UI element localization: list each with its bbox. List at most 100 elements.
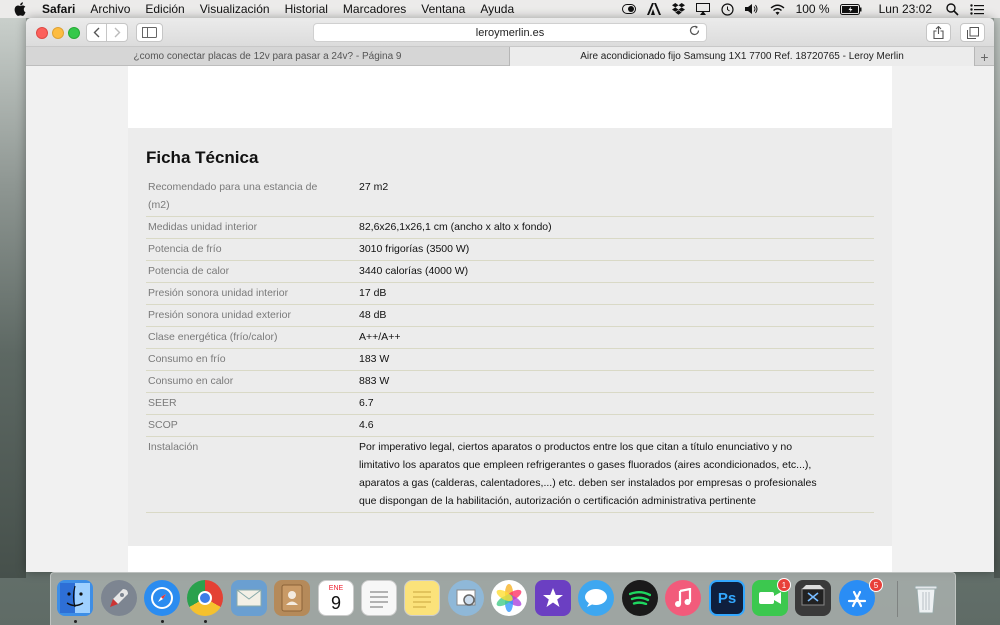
- menu-archivo[interactable]: Archivo: [90, 2, 130, 16]
- messages-icon[interactable]: [578, 580, 614, 616]
- product-page: Ficha Técnica Recomendado para una estan…: [128, 66, 892, 572]
- calendar-icon[interactable]: ENE 9: [318, 580, 354, 616]
- contacts-icon[interactable]: [274, 580, 310, 616]
- wifi-icon[interactable]: [770, 4, 785, 15]
- spec-label: Consumo en frío: [148, 353, 226, 365]
- spec-label: Presión sonora unidad exterior: [148, 309, 292, 321]
- page-footer-area: [128, 546, 892, 572]
- photos-icon[interactable]: [491, 580, 527, 616]
- toggle-icon[interactable]: [621, 4, 636, 14]
- spec-value: 4.6: [359, 419, 374, 431]
- address-bar[interactable]: leroymerlin.es: [313, 23, 707, 42]
- spec-row: Recomendado para una estancia de (m2) 27 …: [146, 177, 874, 217]
- close-window-button[interactable]: [36, 27, 48, 39]
- menu-visualizacion[interactable]: Visualización: [200, 2, 270, 16]
- spec-row: Medidas unidad interior 82,6x26,1x26,1 cm…: [146, 217, 874, 239]
- trash-icon[interactable]: [908, 580, 944, 616]
- spec-value: 3440 calorías (4000 W): [359, 265, 469, 277]
- new-tab-button[interactable]: +: [974, 47, 994, 66]
- time-machine-icon[interactable]: [720, 2, 734, 16]
- share-icon: [933, 26, 944, 39]
- spotify-icon[interactable]: [622, 580, 658, 616]
- preview-icon[interactable]: [448, 580, 484, 616]
- menu-ayuda[interactable]: Ayuda: [480, 2, 514, 16]
- menu-ventana[interactable]: Ventana: [421, 2, 465, 16]
- menu-bar: Safari Archivo Edición Visualización His…: [0, 0, 1000, 18]
- launchpad-icon[interactable]: [101, 580, 137, 616]
- spec-value: Por imperativo legal, ciertos aparatos o…: [359, 441, 817, 507]
- menu-historial[interactable]: Historial: [285, 2, 328, 16]
- calendar-month: ENE: [328, 584, 344, 592]
- minimize-window-button[interactable]: [52, 27, 64, 39]
- spec-label: SCOP: [148, 419, 178, 431]
- running-indicator: [161, 620, 164, 623]
- tab-leroy-merlin-title: Aire acondicionado fijo Samsung 1X1 7700…: [580, 51, 904, 62]
- spec-value: 6.7: [359, 397, 374, 409]
- show-sidebar-button[interactable]: [136, 23, 163, 42]
- spec-row: Consumo en calor 883 W: [146, 371, 874, 393]
- spec-value: 183 W: [359, 353, 390, 365]
- spec-value: 3010 frigorías (3500 W): [359, 243, 470, 255]
- address-bar-url: leroymerlin.es: [475, 26, 545, 39]
- finder-icon[interactable]: [57, 580, 93, 616]
- safari-icon[interactable]: [144, 580, 180, 616]
- clock[interactable]: Lun 23:02: [879, 2, 932, 16]
- forward-button[interactable]: [107, 23, 128, 42]
- volume-icon[interactable]: [744, 3, 759, 15]
- spec-label: Clase energética (frío/calor): [148, 331, 278, 343]
- reload-icon[interactable]: [689, 25, 700, 39]
- tab-leroy-merlin[interactable]: Aire acondicionado fijo Samsung 1X1 7700…: [510, 47, 974, 66]
- spec-value: A++/A++: [359, 331, 401, 343]
- photoshop-label: Ps: [717, 589, 737, 607]
- tab-forum-title: ¿como conectar placas de 12v para pasar …: [133, 51, 402, 62]
- imovie-icon[interactable]: [535, 580, 571, 616]
- photoshop-icon[interactable]: Ps: [709, 580, 745, 616]
- apple-menu-icon[interactable]: [14, 2, 28, 16]
- spec-label: Consumo en calor: [148, 375, 234, 387]
- spec-label: Potencia de calor: [148, 265, 230, 277]
- tab-forum[interactable]: ¿como conectar placas de 12v para pasar …: [26, 47, 510, 66]
- itunes-icon[interactable]: [665, 580, 701, 616]
- show-all-tabs-button[interactable]: [960, 23, 985, 42]
- dropbox-icon[interactable]: [671, 3, 685, 15]
- mail-icon[interactable]: [231, 580, 267, 616]
- menu-marcadores[interactable]: Marcadores: [343, 2, 406, 16]
- back-button[interactable]: [86, 23, 107, 42]
- spec-label: Medidas unidad interior: [148, 221, 258, 233]
- spec-value: 48 dB: [359, 309, 387, 321]
- spec-value: 17 dB: [359, 287, 387, 299]
- zoom-window-button[interactable]: [68, 27, 80, 39]
- spec-label: Instalación: [148, 441, 199, 453]
- battery-percent[interactable]: 100 %: [796, 2, 830, 16]
- spec-label: Potencia de frío: [148, 243, 222, 255]
- tab-bar: ¿como conectar placas de 12v para pasar …: [26, 47, 994, 66]
- plus-icon: +: [980, 48, 989, 65]
- menu-edicion[interactable]: Edición: [145, 2, 184, 16]
- adobe-icon[interactable]: [646, 3, 661, 15]
- running-indicator: [204, 620, 207, 623]
- notification-center-icon[interactable]: [970, 3, 984, 15]
- spec-row: SEER 6.7: [146, 393, 874, 415]
- notes-icon[interactable]: [404, 580, 440, 616]
- spec-label: Recomendado para una estancia de (m2): [148, 181, 318, 211]
- notification-badge: 1: [777, 578, 791, 592]
- spec-row: Clase energética (frío/calor) A++/A++: [146, 327, 874, 349]
- final-cut-icon[interactable]: [795, 580, 831, 616]
- menu-app-name[interactable]: Safari: [42, 2, 75, 16]
- chrome-icon[interactable]: [187, 580, 223, 616]
- battery-icon[interactable]: [839, 3, 862, 15]
- reminders-icon[interactable]: [361, 580, 397, 616]
- running-indicator: [74, 620, 77, 623]
- desktop-wallpaper-left: [0, 18, 26, 578]
- calendar-day: 9: [330, 592, 341, 613]
- spotlight-search-icon[interactable]: [946, 2, 959, 16]
- share-button[interactable]: [926, 23, 951, 42]
- airplay-icon[interactable]: [695, 3, 710, 15]
- desktop-wallpaper-right: [994, 18, 1000, 578]
- notification-badge: 5: [869, 578, 883, 592]
- spec-value: 82,6x26,1x26,1 cm (ancho x alto x fondo): [359, 221, 552, 233]
- spec-row: Potencia de frío 3010 frigorías (3500 W): [146, 239, 874, 261]
- spec-sheet-heading: Ficha Técnica: [146, 148, 259, 167]
- dock: ENE 9 Ps 1 5: [50, 572, 956, 625]
- spec-value: 27 m2: [359, 181, 389, 193]
